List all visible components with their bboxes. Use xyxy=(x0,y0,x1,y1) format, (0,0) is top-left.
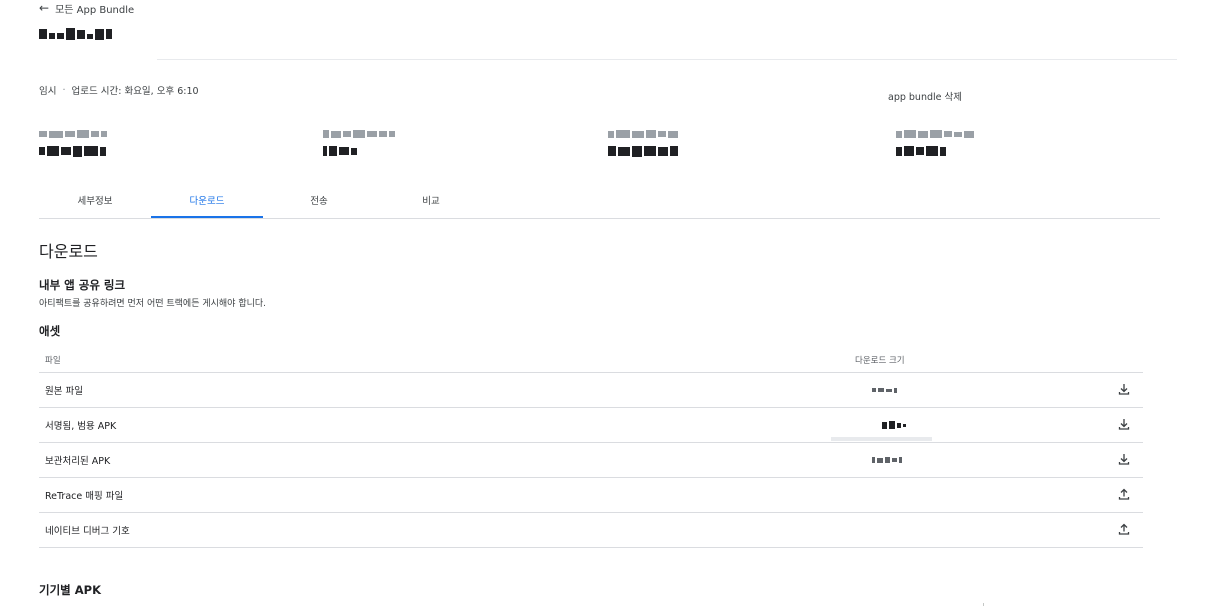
tab-details[interactable]: 세부정보 xyxy=(39,192,151,216)
header-divider xyxy=(157,59,1177,60)
download-size-redacted xyxy=(882,420,906,430)
download-icon[interactable] xyxy=(1117,382,1133,398)
bundle-meta: 임시 · 업로드 시간: 화요일, 오후 6:10 xyxy=(39,83,199,98)
size-highlight-underline xyxy=(831,437,932,441)
table-row: 서명됨, 범용 APK xyxy=(39,408,1143,443)
device-specific-apk-title: 기기별 APK xyxy=(39,583,101,597)
section-title-downloads: 다운로드 xyxy=(39,242,98,261)
tab-compare[interactable]: 비교 xyxy=(375,192,487,216)
table-row: 네이티브 디버그 기호 xyxy=(39,513,1143,548)
stat-redacted-3 xyxy=(608,129,728,157)
asset-name: 서명됨, 범용 APK xyxy=(45,421,117,432)
upload-icon[interactable] xyxy=(1117,522,1133,538)
internal-share-link-title: 내부 앱 공유 링크 xyxy=(39,278,126,292)
stat-redacted-1 xyxy=(39,129,159,157)
upload-icon[interactable] xyxy=(1117,487,1133,503)
table-row: ReTrace 매핑 파일 xyxy=(39,478,1143,513)
column-header-file: 파일 xyxy=(45,356,61,366)
table-row: 보관처리된 APK xyxy=(39,443,1143,478)
status-label: 임시 xyxy=(39,86,57,97)
tab-bar: 세부정보 다운로드 전송 비교 xyxy=(39,192,1160,219)
column-header-download-size: 다운로드 크기 xyxy=(855,356,905,366)
table-header: 파일 다운로드 크기 xyxy=(39,346,1143,373)
asset-name: 보관처리된 APK xyxy=(45,456,111,467)
tab-delivery[interactable]: 전송 xyxy=(263,192,375,216)
stat-redacted-2 xyxy=(323,129,443,157)
stat-redacted-4 xyxy=(896,129,1016,157)
internal-share-link-description: 아티팩트를 공유하려면 먼저 어떤 트랙에든 게시해야 합니다. xyxy=(39,299,267,309)
asset-name: 원본 파일 xyxy=(45,386,83,397)
tab-downloads[interactable]: 다운로드 xyxy=(151,192,263,218)
download-icon[interactable] xyxy=(1117,417,1133,433)
table-row: 원본 파일 xyxy=(39,373,1143,408)
meta-separator: · xyxy=(62,84,66,96)
asset-name: 네이티브 디버그 기호 xyxy=(45,526,130,537)
back-link-label: 모든 App Bundle xyxy=(55,4,135,16)
download-size-redacted xyxy=(872,455,902,465)
bundle-title-redacted xyxy=(39,24,112,44)
download-icon[interactable] xyxy=(1117,452,1133,468)
asset-name: ReTrace 매핑 파일 xyxy=(45,491,124,502)
assets-title: 애셋 xyxy=(39,324,61,338)
delete-app-bundle-button[interactable]: app bundle 삭제 xyxy=(888,89,962,103)
arrow-left-icon: ← xyxy=(39,1,50,15)
upload-time: 업로드 시간: 화요일, 오후 6:10 xyxy=(71,86,199,97)
assets-table: 파일 다운로드 크기 원본 파일 서명됨, 범용 APK 보관처리된 APK R… xyxy=(39,346,1143,548)
back-to-all-bundles-link[interactable]: ← 모든 App Bundle xyxy=(39,0,134,16)
download-size-redacted xyxy=(872,385,897,395)
